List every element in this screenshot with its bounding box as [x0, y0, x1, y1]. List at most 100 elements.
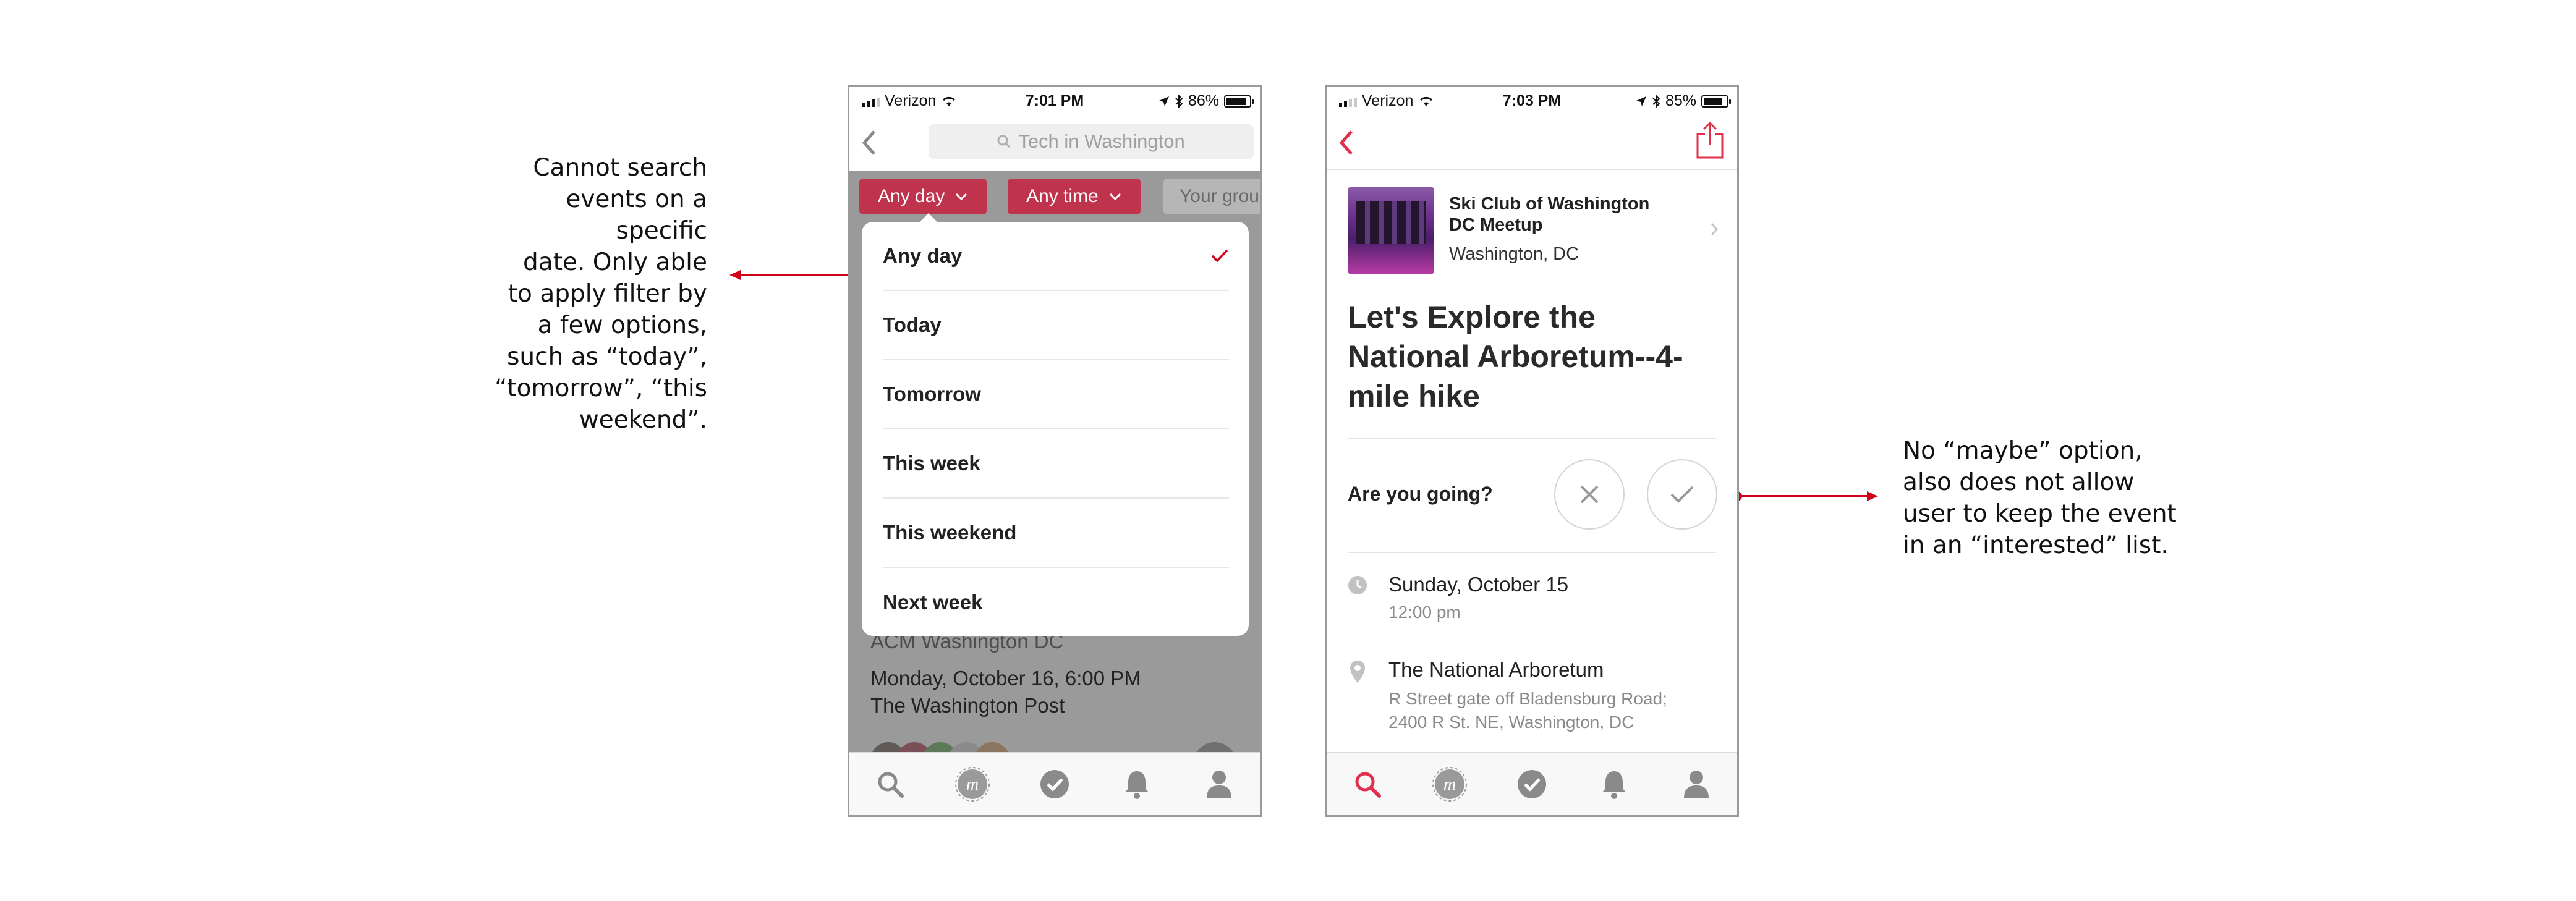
filter-any-time[interactable]: Any time: [1008, 179, 1141, 214]
header-divider: [1327, 169, 1737, 170]
venue-address-line1: R Street gate off Bladensburg Road;: [1388, 689, 1667, 708]
search-input[interactable]: Tech in Washington: [929, 124, 1254, 159]
tab-meetup[interactable]: m: [954, 766, 991, 803]
event-time: 12:00 pm: [1388, 603, 1461, 622]
tab-search[interactable]: [872, 766, 909, 803]
dropdown-item-label: This weekend: [883, 521, 1017, 544]
check-circle-icon: [1040, 770, 1069, 798]
meetup-logo-icon: m: [955, 767, 990, 802]
battery-icon: [1701, 95, 1731, 108]
chevron-down-icon: [956, 193, 967, 201]
location-arrow-icon: [1158, 96, 1169, 106]
filter-label: Any day: [878, 186, 945, 206]
bluetooth-icon: [1175, 94, 1183, 108]
tab-bar: m: [849, 752, 1260, 815]
dropdown-item-label: Today: [883, 313, 942, 336]
annotation-line: Cannot search: [533, 154, 707, 182]
battery-percent: 85%: [1665, 92, 1696, 109]
checkmark-icon: [1211, 249, 1228, 263]
tab-notifications[interactable]: [1596, 766, 1633, 803]
dropdown-item-tomorrow[interactable]: Tomorrow: [883, 360, 1229, 429]
event-datetime: Monday, October 16, 6:00 PM: [870, 667, 1141, 690]
annotation-line: a few options,: [537, 311, 707, 339]
status-bar: Verizon 7:03 PM 85%: [1327, 87, 1737, 116]
filter-label: Your grou: [1180, 186, 1259, 206]
tab-search[interactable]: [1349, 766, 1386, 803]
clock-icon: [1348, 576, 1367, 594]
annotation-line: events on a specific: [566, 185, 707, 245]
right-annotation-arrow: [1732, 491, 1878, 501]
battery-percent: 86%: [1188, 92, 1219, 109]
tab-profile[interactable]: [1201, 766, 1238, 803]
group-photo: [1348, 187, 1434, 274]
tab-meetup[interactable]: m: [1431, 766, 1468, 803]
check-circle-icon: [1517, 770, 1546, 798]
left-annotation: Cannot search events on a specific date.…: [482, 152, 707, 436]
tab-going[interactable]: [1513, 766, 1550, 803]
back-chevron-icon[interactable]: [858, 128, 879, 158]
meetup-logo-icon: m: [1432, 767, 1468, 802]
tab-going[interactable]: [1036, 766, 1073, 803]
back-chevron-icon[interactable]: [1335, 128, 1356, 158]
phone-left: Verizon 7:01 PM 86% Tech in Washington A…: [848, 85, 1262, 817]
group-name: Ski Club of Washington DC Meetup: [1449, 194, 1650, 235]
annotation-line: in an “interested” list.: [1903, 531, 2169, 559]
filter-label: Any time: [1026, 186, 1099, 206]
tab-profile[interactable]: [1678, 766, 1715, 803]
event-title: Let's Explore the National Arboretum--4-…: [1348, 300, 1683, 413]
phone-right: Verizon 7:03 PM 85% Ski Club of Washingt…: [1325, 85, 1739, 817]
dropdown-item-label: Any day: [883, 244, 963, 267]
annotation-line: to apply filter by: [508, 280, 707, 308]
profile-icon: [1206, 771, 1231, 798]
annotation-line: weekend”.: [579, 406, 707, 434]
dropdown-item-this-weekend[interactable]: This weekend: [883, 499, 1229, 568]
svg-text:m: m: [1443, 775, 1456, 794]
bell-icon: [1602, 771, 1626, 799]
annotation-line: also does not allow: [1903, 468, 2135, 496]
location-arrow-icon: [1636, 96, 1646, 106]
group-card[interactable]: Ski Club of Washington DC Meetup Washing…: [1348, 187, 1719, 274]
venue-name: The National Arboretum: [1388, 658, 1604, 681]
annotation-line: No “maybe” option,: [1903, 437, 2143, 465]
dropdown-item-today[interactable]: Today: [883, 291, 1229, 360]
svg-text:m: m: [966, 775, 979, 794]
annotation-line: “tomorrow”, “this: [495, 374, 707, 402]
chevron-right-icon: [1711, 223, 1719, 235]
location-pin-icon: [1350, 661, 1365, 683]
dropdown-item-label: Tomorrow: [883, 383, 981, 405]
search-icon: [878, 772, 904, 798]
venue-address-line2: 2400 R St. NE, Washington, DC: [1388, 713, 1634, 732]
annotation-line: user to keep the event: [1903, 500, 2177, 528]
right-annotation: No “maybe” option, also does not allow u…: [1903, 435, 2200, 561]
tab-notifications[interactable]: [1118, 766, 1155, 803]
group-location: Washington, DC: [1449, 244, 1579, 264]
rsvp-question: Are you going?: [1348, 483, 1493, 505]
filter-your-groups[interactable]: Your grou: [1163, 179, 1260, 214]
event-venue: The Washington Post: [870, 694, 1065, 717]
battery-icon: [1224, 95, 1254, 108]
checkmark-icon: [1670, 486, 1694, 503]
bell-icon: [1124, 771, 1149, 799]
dropdown-item-any-day[interactable]: Any day: [883, 222, 1229, 291]
dropdown-item-label: Next week: [883, 591, 983, 614]
annotation-line: such as “today”,: [507, 343, 707, 371]
status-bar: Verizon 7:01 PM 86%: [849, 87, 1260, 116]
search-placeholder: Tech in Washington: [1018, 130, 1185, 152]
profile-icon: [1683, 771, 1709, 798]
bluetooth-icon: [1652, 94, 1660, 108]
event-date: Sunday, October 15: [1388, 573, 1569, 596]
rsvp-no-button[interactable]: [1554, 459, 1625, 530]
divider: [1348, 438, 1716, 439]
divider: [1348, 552, 1716, 553]
dropdown-item-this-week[interactable]: This week: [883, 429, 1229, 499]
tab-bar: m: [1327, 752, 1737, 815]
share-icon[interactable]: [1695, 121, 1725, 160]
dropdown-item-label: This week: [883, 452, 980, 475]
search-icon: [997, 135, 1011, 148]
dropdown-item-next-week[interactable]: Next week: [883, 568, 1229, 637]
annotation-line: date. Only able: [523, 248, 707, 276]
rsvp-yes-button[interactable]: [1647, 459, 1717, 530]
filter-any-day[interactable]: Any day: [859, 179, 987, 214]
close-icon: [1580, 485, 1599, 504]
chevron-down-icon: [1109, 193, 1121, 201]
